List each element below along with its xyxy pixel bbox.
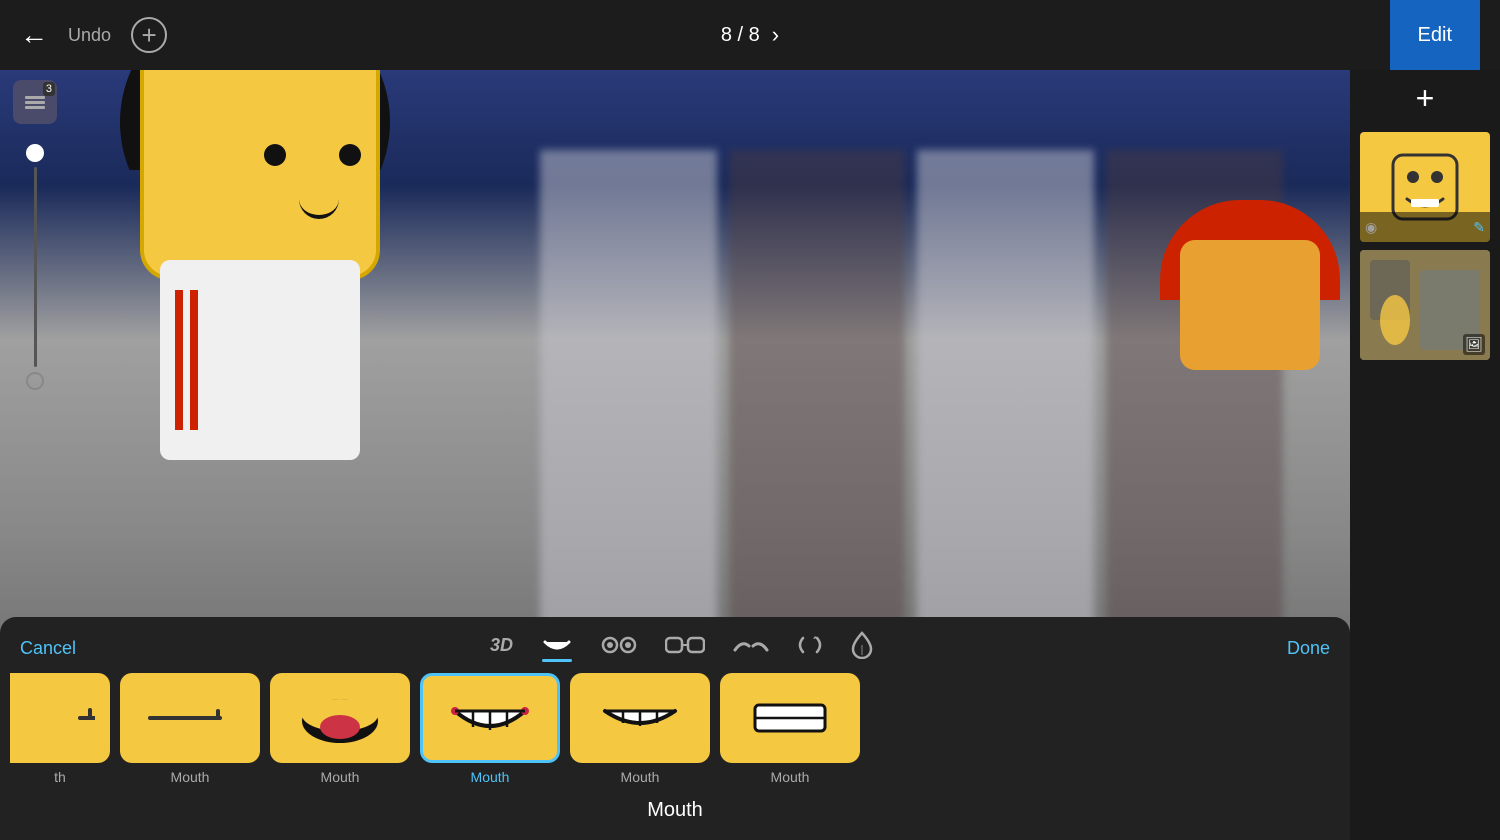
back-button[interactable]: ← bbox=[20, 19, 48, 51]
slider-bottom[interactable] bbox=[26, 372, 44, 390]
done-button[interactable]: Done bbox=[1287, 638, 1330, 659]
tab-eyes[interactable] bbox=[601, 634, 637, 662]
layer-badge[interactable]: 3 bbox=[13, 80, 57, 124]
tab-glasses[interactable] bbox=[665, 634, 705, 662]
slider-track[interactable] bbox=[34, 167, 37, 367]
lego-head bbox=[140, 70, 380, 280]
bottom-tabs: Cancel 3D bbox=[0, 617, 1350, 673]
thumbnail-1[interactable]: ◉ ✎ bbox=[1360, 132, 1490, 242]
mouth-item-partial[interactable]: th bbox=[10, 673, 110, 785]
mouth-tile-3 bbox=[270, 673, 410, 763]
slider-top[interactable] bbox=[26, 144, 44, 162]
tab-3d[interactable]: 3D bbox=[490, 635, 513, 662]
body-stripe-1 bbox=[175, 290, 183, 430]
thumb2-background: 🖼 bbox=[1360, 250, 1490, 360]
mouth-tile-partial bbox=[10, 673, 110, 763]
lego-eye-left bbox=[264, 144, 286, 166]
right-panel: + ◉ ✎ bbox=[1350, 70, 1500, 840]
tab-rotate[interactable] bbox=[797, 632, 823, 664]
tab-drop[interactable] bbox=[851, 631, 873, 665]
toolbar-center: 8 / 8 › bbox=[721, 22, 779, 48]
mouth-item-4[interactable]: Mouth bbox=[420, 673, 560, 785]
body-stripe-2 bbox=[190, 290, 198, 430]
top-toolbar: ← Undo + 8 / 8 › Edit bbox=[0, 0, 1500, 70]
mouth-tile-2 bbox=[120, 673, 260, 763]
mouth-item-label-4: Mouth bbox=[471, 769, 510, 785]
bottom-panel: Cancel 3D bbox=[0, 617, 1350, 840]
lego-smile bbox=[299, 199, 339, 219]
mouth-item-2[interactable]: Mouth bbox=[120, 673, 260, 785]
thumb-eye-icon: ◉ bbox=[1365, 219, 1377, 236]
mouth-tile-6 bbox=[720, 673, 860, 763]
next-page-button[interactable]: › bbox=[772, 22, 779, 48]
mouth-item-label-3: Mouth bbox=[321, 769, 360, 785]
edit-button[interactable]: Edit bbox=[1390, 0, 1480, 70]
mouth-item-label-partial: th bbox=[54, 769, 66, 785]
thumb1-overlay: ◉ ✎ bbox=[1360, 212, 1490, 242]
lego-eye-right bbox=[339, 144, 361, 166]
right-panel-add-button[interactable]: + bbox=[1416, 80, 1435, 117]
mouth-item-3[interactable]: Mouth bbox=[270, 673, 410, 785]
cancel-button[interactable]: Cancel bbox=[20, 638, 76, 659]
layer-number: 3 bbox=[43, 82, 55, 96]
tab-icons: 3D bbox=[106, 631, 1257, 665]
thumb-photo-icon: 🖼 bbox=[1463, 334, 1485, 355]
lego-head-right bbox=[1180, 240, 1320, 370]
thumbnail-2[interactable]: 🖼 bbox=[1360, 250, 1490, 360]
lego-figure-left bbox=[60, 70, 560, 630]
mouth-items-row: th Mouth Mouth bbox=[0, 673, 1350, 795]
toolbar-right: Edit bbox=[1390, 0, 1480, 70]
page-indicator: 8 / 8 bbox=[721, 24, 760, 47]
lego-figure-right bbox=[1160, 240, 1340, 640]
tab-mouth[interactable] bbox=[541, 634, 573, 662]
mouth-item-label-2: Mouth bbox=[171, 769, 210, 785]
mouth-item-label-5: Mouth bbox=[621, 769, 660, 785]
thumbnail-img-1: ◉ ✎ bbox=[1360, 132, 1490, 242]
mouth-tile-5 bbox=[570, 673, 710, 763]
add-circle-button[interactable]: + bbox=[131, 17, 167, 53]
mouth-tile-4 bbox=[420, 673, 560, 763]
mouth-item-6[interactable]: Mouth bbox=[720, 673, 860, 785]
undo-button[interactable]: Undo bbox=[68, 25, 111, 46]
lego-body bbox=[160, 260, 360, 460]
toolbar-left: ← Undo + bbox=[20, 17, 1390, 53]
mouth-item-label-6: Mouth bbox=[771, 769, 810, 785]
mouth-item-5[interactable]: Mouth bbox=[570, 673, 710, 785]
tab-brows[interactable] bbox=[733, 636, 769, 660]
thumbnail-img-2: 🖼 bbox=[1360, 250, 1490, 360]
selected-mouth-name: Mouth bbox=[0, 795, 1350, 830]
thumb-edit-icon: ✎ bbox=[1473, 219, 1485, 236]
